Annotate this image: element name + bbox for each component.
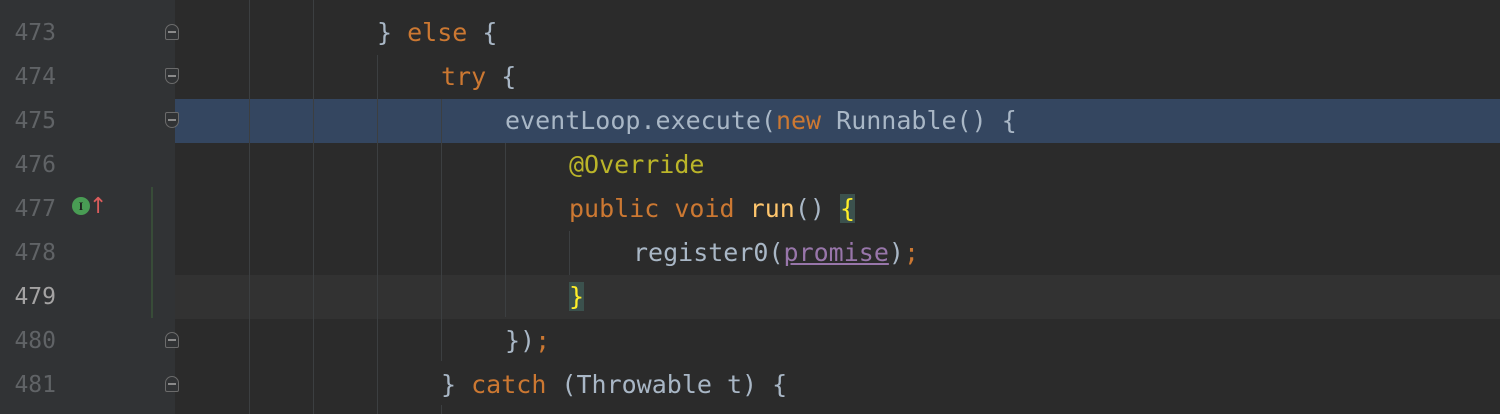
indent-guide <box>249 0 250 414</box>
code-token: (Throwable t) { <box>546 370 788 399</box>
code-token: run <box>749 194 795 223</box>
vcs-change-marker[interactable] <box>151 187 153 318</box>
code-line[interactable]: 480}); <box>0 319 1500 363</box>
code-token: } <box>569 282 585 311</box>
line-number[interactable]: 473 <box>0 11 56 55</box>
line-number[interactable]: 475 <box>0 99 56 143</box>
go-to-super-arrow-icon[interactable]: ↑ <box>89 193 107 221</box>
code-text[interactable]: }); <box>505 319 550 363</box>
line-number[interactable]: 480 <box>0 319 56 363</box>
code-token: try <box>441 62 487 91</box>
code-line[interactable]: 478 register0(promise); <box>0 231 1500 275</box>
code-token: ; <box>535 326 551 355</box>
line-number[interactable]: 477 <box>0 187 56 231</box>
code-text[interactable]: } <box>569 275 585 319</box>
fold-toggle-icon[interactable] <box>165 112 179 128</box>
code-token: new <box>775 106 822 135</box>
code-line[interactable]: 476 @Override <box>0 143 1500 187</box>
indent-guide <box>313 0 314 414</box>
code-token: else <box>407 18 468 47</box>
code-token: }) <box>505 326 536 355</box>
code-token: @Override <box>569 150 705 179</box>
line-number[interactable]: 476 <box>0 143 56 187</box>
code-token: Runnable() { <box>821 106 1017 135</box>
code-line[interactable]: 473} else { <box>0 11 1500 55</box>
code-line[interactable]: 475 eventLoop.execute(new Runnable() { <box>0 99 1500 143</box>
code-token: ; <box>903 238 919 267</box>
indent-guide <box>441 99 442 361</box>
fold-toggle-icon[interactable] <box>165 68 179 84</box>
implements-method-icon[interactable]: I <box>72 197 90 215</box>
line-highlight <box>175 275 1500 319</box>
code-text[interactable]: try { <box>441 55 516 99</box>
indent-guide <box>377 55 378 414</box>
fold-toggle-icon[interactable] <box>165 24 179 40</box>
code-token: { <box>467 18 498 47</box>
code-token: { <box>839 194 856 223</box>
code-text[interactable]: @Override <box>569 143 704 187</box>
code-line[interactable]: 481} catch (Throwable t) { <box>0 363 1500 407</box>
code-token: () <box>794 194 840 223</box>
line-number[interactable]: 481 <box>0 363 56 407</box>
code-token: public <box>569 194 660 223</box>
line-number[interactable]: 479 <box>0 275 56 319</box>
code-token: } <box>377 18 408 47</box>
code-text[interactable]: eventLoop.execute(new Runnable() { <box>505 99 1017 143</box>
code-line[interactable]: 474 try { <box>0 55 1500 99</box>
indent-guide <box>441 405 442 414</box>
line-highlight <box>175 363 1500 407</box>
line-highlight <box>175 319 1500 363</box>
code-text[interactable]: } catch (Throwable t) { <box>441 363 787 407</box>
code-token: { <box>486 62 517 91</box>
line-highlight <box>175 143 1500 187</box>
code-line[interactable]: 477 public void run() { <box>0 187 1500 231</box>
line-highlight <box>175 55 1500 99</box>
fold-toggle-icon[interactable] <box>165 376 179 392</box>
code-token: ) <box>888 238 904 267</box>
code-text[interactable]: register0(promise); <box>633 231 919 275</box>
indent-guide <box>569 231 570 275</box>
code-token: } <box>441 370 472 399</box>
line-highlight <box>175 11 1500 55</box>
code-text[interactable]: } else { <box>377 11 497 55</box>
line-number[interactable]: 478 <box>0 231 56 275</box>
code-line[interactable]: 479} <box>0 275 1500 319</box>
code-token: eventLoop.execute( <box>505 106 776 135</box>
code-text[interactable]: public void run() { <box>569 187 856 231</box>
fold-toggle-icon[interactable] <box>165 332 179 348</box>
code-token: void <box>674 194 735 223</box>
code-editor[interactable]: 473} else {474 try {475 eventLoop.execute(… <box>0 0 1500 414</box>
code-token: promise <box>783 238 889 267</box>
indent-guide <box>505 143 506 317</box>
line-number[interactable]: 474 <box>0 55 56 99</box>
code-token: catch <box>471 370 547 399</box>
code-token: register0( <box>633 238 784 267</box>
